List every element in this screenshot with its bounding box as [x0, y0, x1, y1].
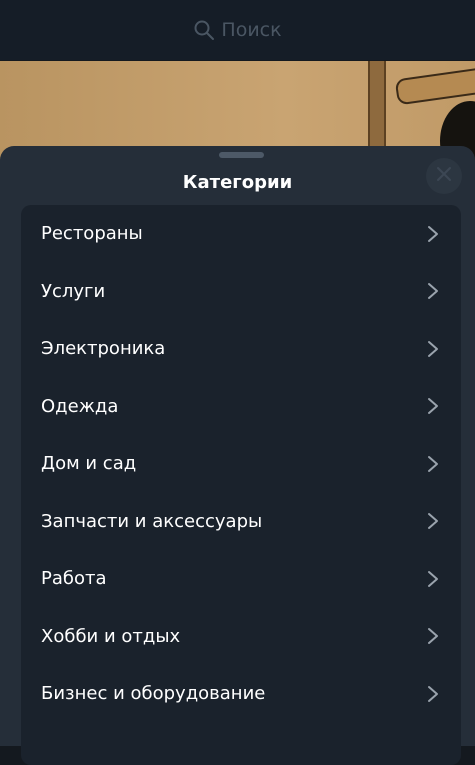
chevron-right-icon [427, 570, 439, 588]
category-label: Запчасти и аксессуары [41, 510, 263, 532]
category-item-home-garden[interactable]: Дом и сад [21, 435, 461, 493]
category-list: Рестораны Услуги Электроника Одежда Дом … [21, 205, 461, 765]
chevron-right-icon [427, 282, 439, 300]
chevron-right-icon [427, 225, 439, 243]
category-item-business-equipment[interactable]: Бизнес и оборудование [21, 665, 461, 723]
category-label: Дом и сад [41, 453, 137, 475]
chevron-right-icon [427, 627, 439, 645]
category-item-parts-accessories[interactable]: Запчасти и аксессуары [21, 493, 461, 551]
search-bar[interactable]: Поиск [193, 19, 282, 41]
category-label: Бизнес и оборудование [41, 683, 266, 705]
close-button[interactable] [426, 158, 462, 194]
category-item-electronics[interactable]: Электроника [21, 320, 461, 378]
category-label: Работа [41, 568, 107, 590]
category-item-hobbies[interactable]: Хобби и отдых [21, 608, 461, 666]
chevron-right-icon [427, 512, 439, 530]
sheet-title: Категории [182, 172, 293, 193]
chevron-right-icon [427, 340, 439, 358]
category-item-restaurants[interactable]: Рестораны [21, 205, 461, 263]
top-bar: Поиск [0, 0, 475, 60]
chevron-right-icon [427, 685, 439, 703]
category-item-services[interactable]: Услуги [21, 263, 461, 321]
category-label: Рестораны [41, 223, 143, 245]
chevron-right-icon [427, 455, 439, 473]
category-item-clothing[interactable]: Одежда [21, 378, 461, 436]
close-icon [436, 166, 452, 186]
search-icon [193, 19, 215, 41]
category-label: Хобби и отдых [41, 625, 181, 647]
category-item-jobs[interactable]: Работа [21, 550, 461, 608]
drag-handle[interactable] [219, 152, 264, 158]
category-label: Услуги [41, 280, 106, 302]
search-placeholder: Поиск [221, 19, 282, 41]
chevron-right-icon [427, 397, 439, 415]
categories-sheet: Категории Рестораны Услуги Электроника О… [0, 146, 475, 765]
category-label: Одежда [41, 395, 119, 417]
category-label: Электроника [41, 338, 166, 360]
